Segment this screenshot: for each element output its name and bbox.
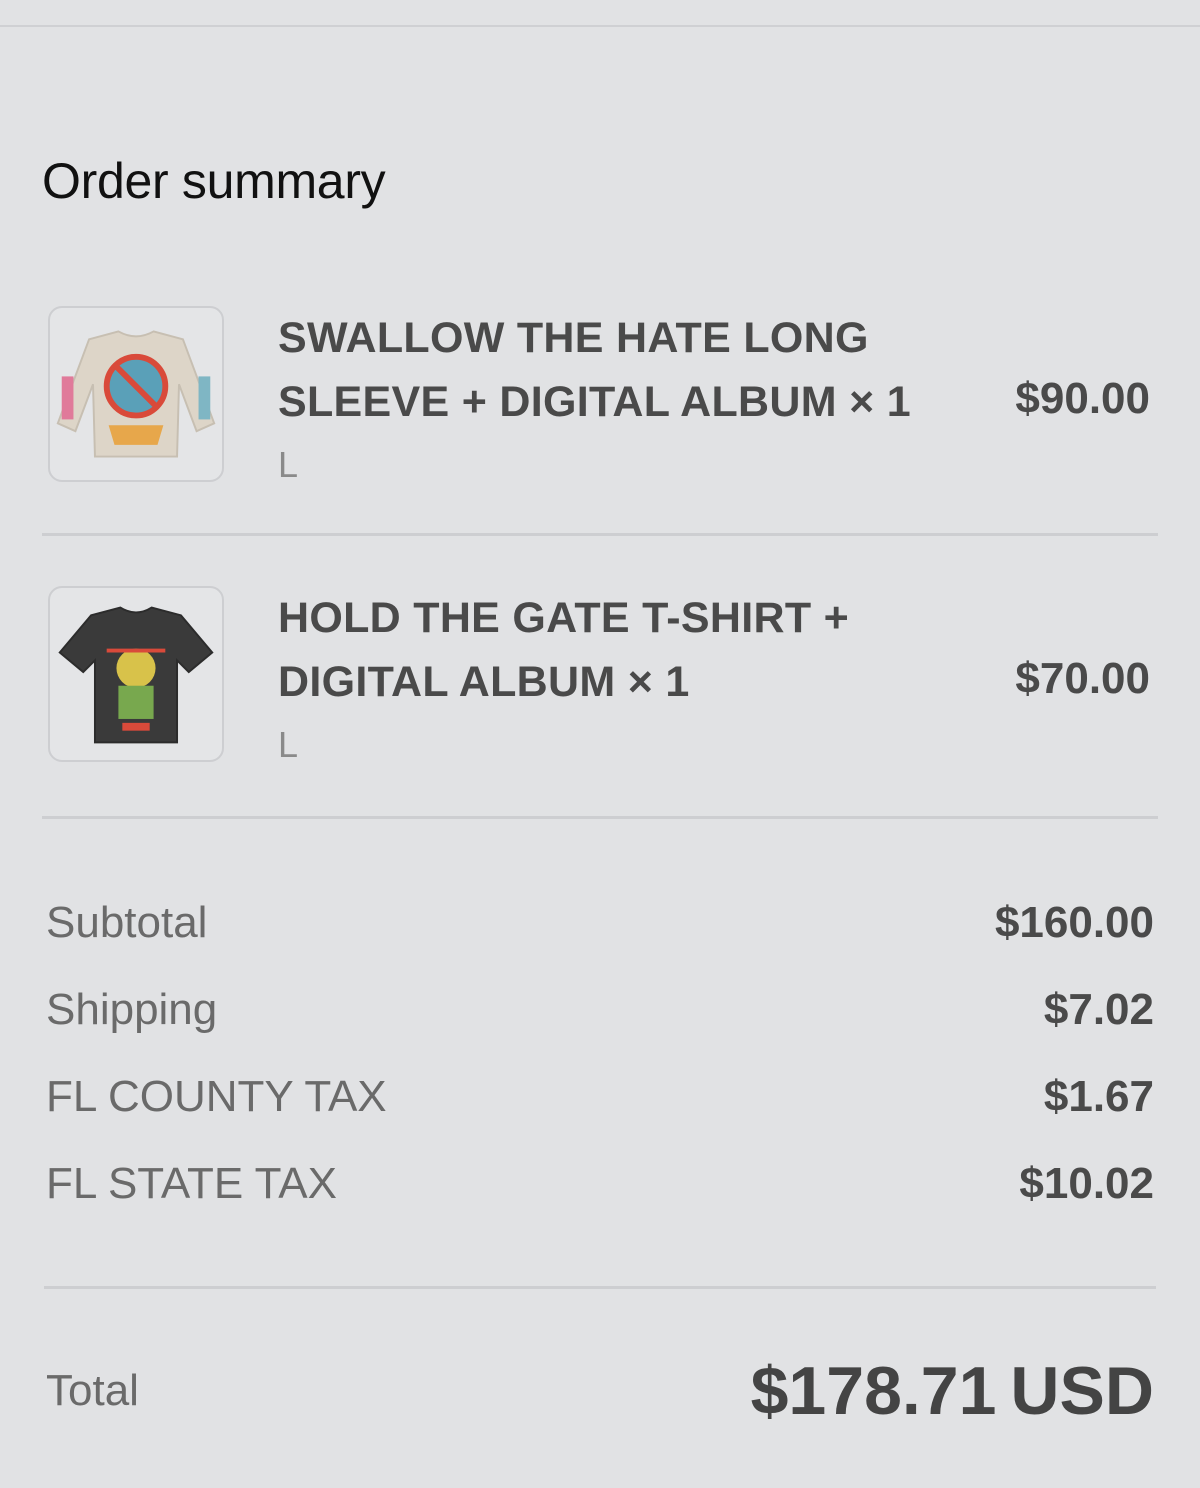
item-price: $70.00 [1015, 654, 1150, 703]
item-variant: L [278, 724, 299, 765]
row-value: $160.00 [994, 898, 1154, 947]
top-divider [0, 25, 1200, 27]
state-tax-row: FL STATE TAX $10.02 [46, 1159, 1154, 1219]
item-name: SWALLOW THE HATE LONG SLEEVE + DIGITAL A… [278, 306, 958, 434]
item-name: HOLD THE GATE T-SHIRT + DIGITAL ALBUM × … [278, 586, 958, 714]
county-tax-row: FL COUNTY TAX $1.67 [46, 1072, 1154, 1132]
total-label: Total [46, 1366, 139, 1415]
divider [44, 1286, 1156, 1289]
row-value: $10.02 [1019, 1159, 1154, 1208]
row-value: $1.67 [1043, 1072, 1154, 1121]
item-price: $90.00 [1015, 374, 1150, 423]
row-label: FL COUNTY TAX [46, 1072, 387, 1121]
row-label: Subtotal [46, 898, 208, 947]
total-value: $178.71 USD [751, 1352, 1154, 1430]
divider [42, 533, 1158, 536]
order-summary-title: Order summary [42, 153, 386, 209]
item-name-line: SLEEVE + DIGITAL ALBUM × 1 [278, 378, 912, 426]
item-name-line: HOLD THE GATE T-SHIRT + [278, 594, 850, 642]
total-currency: USD [1010, 1353, 1154, 1429]
row-label: FL STATE TAX [46, 1159, 337, 1208]
line-item: HOLD THE GATE T-SHIRT + DIGITAL ALBUM × … [42, 586, 1158, 776]
total-amount: $178.71 [750, 1353, 997, 1429]
long-sleeve-shirt-icon [48, 306, 224, 482]
item-name-line: SWALLOW THE HATE LONG [278, 314, 869, 362]
row-value: $7.02 [1043, 985, 1154, 1034]
line-item: SWALLOW THE HATE LONG SLEEVE + DIGITAL A… [42, 306, 1158, 496]
t-shirt-icon [48, 586, 224, 762]
divider [42, 816, 1158, 819]
item-variant: L [278, 444, 299, 485]
row-label: Shipping [46, 985, 218, 1034]
subtotal-row: Subtotal $160.00 [46, 898, 1154, 958]
item-name-line: DIGITAL ALBUM × 1 [278, 658, 690, 706]
shipping-row: Shipping $7.02 [46, 985, 1154, 1045]
